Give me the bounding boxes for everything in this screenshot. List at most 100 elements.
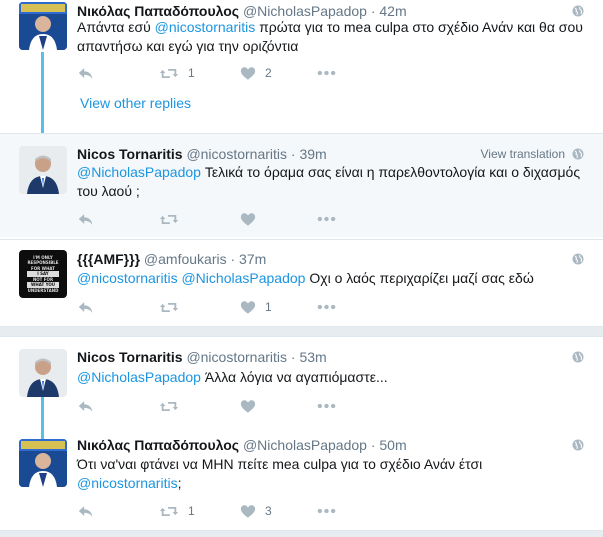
- globe-icon[interactable]: [572, 253, 584, 265]
- more-icon: [317, 508, 336, 514]
- retweet-button[interactable]: [159, 396, 179, 416]
- display-name[interactable]: Nicos Tornaritis: [77, 349, 183, 365]
- display-name[interactable]: Νικόλας Παπαδόπουλος: [77, 3, 239, 19]
- like-icon: [240, 212, 256, 227]
- text-segment: Ότι να'ναι φτάνει να ΜΗΝ πείτε mea culpa…: [77, 456, 483, 472]
- user-handle[interactable]: @amfoukaris: [144, 251, 227, 267]
- separator-dot: ·: [370, 3, 376, 19]
- tweet-text: @NicholasPapadop Άλλα λόγια να αγαπιόμασ…: [77, 368, 587, 387]
- retweet-icon: [159, 300, 179, 315]
- display-name[interactable]: {{{AMF}}}: [77, 251, 140, 267]
- reply-icon: [77, 66, 95, 81]
- like-icon: [240, 66, 256, 81]
- timestamp[interactable]: 37m: [239, 251, 266, 267]
- retweet-icon: [159, 66, 179, 81]
- reply-button[interactable]: [77, 501, 95, 521]
- reply-icon: [77, 504, 95, 519]
- tweet-header: {{{AMF}}} @amfoukaris · 37m: [77, 251, 266, 267]
- tweet-text: Απάντα εσύ @nicostornaritis πρώτα για το…: [77, 18, 587, 56]
- retweet-icon: [159, 504, 179, 519]
- thread-line: [41, 52, 44, 144]
- user-handle[interactable]: @nicostornaritis: [186, 349, 287, 365]
- tweet-header: Νικόλας Παπαδόπουλος @NicholasPapadop · …: [77, 437, 407, 453]
- timestamp[interactable]: 53m: [299, 349, 326, 365]
- mention-link[interactable]: @nicostornaritis: [77, 475, 178, 491]
- text-segment: ;: [177, 475, 182, 491]
- globe-icon[interactable]: [572, 351, 584, 363]
- like-icon: [240, 399, 256, 414]
- reply-button[interactable]: [77, 396, 95, 416]
- timestamp[interactable]: 42m: [379, 3, 406, 19]
- reply-icon: [77, 300, 95, 315]
- tweet-text: @NicholasPapadop Τελικά το όραμα σας είν…: [77, 163, 587, 201]
- text-segment: Άλλα λόγια να αγαπιόμαστε...: [200, 369, 388, 385]
- retweet-icon: [159, 399, 179, 414]
- more-button[interactable]: [317, 396, 336, 416]
- tweet-3[interactable]: I'M ONLY RESPONSIBLE FOR WHAT I SAY NOT …: [0, 240, 603, 326]
- like-count: 3: [265, 504, 272, 518]
- more-icon: [317, 304, 336, 310]
- avatar[interactable]: [19, 439, 67, 487]
- tweet-4[interactable]: Nicos Tornaritis @nicostornaritis · 53m …: [0, 337, 603, 427]
- timestamp[interactable]: 39m: [299, 146, 326, 162]
- user-handle[interactable]: @NicholasPapadop: [243, 437, 367, 453]
- like-button[interactable]: 3: [240, 501, 272, 521]
- avatar[interactable]: I'M ONLY RESPONSIBLE FOR WHAT I SAY NOT …: [19, 250, 67, 298]
- globe-icon[interactable]: [572, 5, 584, 17]
- user-handle[interactable]: @nicostornaritis: [186, 146, 287, 162]
- view-translation-link[interactable]: View translation: [481, 147, 566, 161]
- timestamp[interactable]: 50m: [379, 437, 406, 453]
- text-segment: Απάντα εσύ: [77, 19, 155, 35]
- retweet-button[interactable]: 1: [159, 501, 195, 521]
- avatar[interactable]: [19, 146, 67, 194]
- reply-button[interactable]: [77, 209, 95, 229]
- like-button[interactable]: 1: [240, 297, 272, 317]
- avatar-caption: I'M ONLY RESPONSIBLE FOR WHAT I SAY NOT …: [27, 255, 59, 293]
- retweet-icon: [159, 212, 179, 227]
- mention-link[interactable]: @NicholasPapadop: [77, 164, 201, 180]
- separator-dot: ·: [290, 349, 296, 365]
- separator-dot: ·: [230, 251, 236, 267]
- more-button[interactable]: [317, 297, 336, 317]
- mention-link[interactable]: @nicostornaritis: [77, 270, 178, 286]
- like-button[interactable]: 2: [240, 63, 272, 83]
- more-button[interactable]: [317, 501, 336, 521]
- reply-button[interactable]: [77, 297, 95, 317]
- retweet-button[interactable]: [159, 297, 179, 317]
- reply-button[interactable]: [77, 63, 95, 83]
- more-button[interactable]: [317, 63, 336, 83]
- text-segment: Οχι ο λαός περιχαρίζει μαζί σας εδώ: [305, 270, 534, 286]
- retweet-count: 1: [188, 504, 195, 518]
- mention-link[interactable]: @nicostornaritis: [155, 19, 256, 35]
- display-name[interactable]: Nicos Tornaritis: [77, 146, 183, 162]
- more-icon: [317, 216, 336, 222]
- separator-dot: ·: [290, 146, 296, 162]
- more-button[interactable]: [317, 209, 336, 229]
- like-button[interactable]: [240, 396, 256, 416]
- retweet-button[interactable]: [159, 209, 179, 229]
- conversation-gap: [0, 531, 603, 537]
- globe-icon[interactable]: [572, 148, 584, 160]
- like-icon: [240, 504, 256, 519]
- like-icon: [240, 300, 256, 315]
- separator-dot: ·: [370, 437, 376, 453]
- tweet-1[interactable]: Νικόλας Παπαδόπουλος @NicholasPapadop · …: [0, 0, 603, 137]
- retweet-button[interactable]: 1: [159, 63, 195, 83]
- avatar[interactable]: [19, 2, 67, 50]
- like-button[interactable]: [240, 209, 256, 229]
- mention-link[interactable]: @NicholasPapadop: [77, 369, 201, 385]
- tweet-5[interactable]: Νικόλας Παπαδόπουλος @NicholasPapadop · …: [0, 427, 603, 527]
- tweet-text: Ότι να'ναι φτάνει να ΜΗΝ πείτε mea culpa…: [77, 455, 587, 493]
- like-count: 2: [265, 66, 272, 80]
- mention-link[interactable]: @NicholasPapadop: [181, 270, 305, 286]
- tweet-text: @nicostornaritis @NicholasPapadop Οχι ο …: [77, 269, 587, 288]
- display-name[interactable]: Νικόλας Παπαδόπουλος: [77, 437, 239, 453]
- avatar[interactable]: [19, 349, 67, 397]
- globe-icon[interactable]: [572, 439, 584, 451]
- conversation-gap: [0, 327, 603, 336]
- user-handle[interactable]: @NicholasPapadop: [243, 3, 367, 19]
- like-count: 1: [265, 300, 272, 314]
- view-other-replies-link[interactable]: View other replies: [80, 95, 191, 111]
- reply-icon: [77, 399, 95, 414]
- tweet-2[interactable]: Nicos Tornaritis @nicostornaritis · 39m …: [0, 134, 603, 237]
